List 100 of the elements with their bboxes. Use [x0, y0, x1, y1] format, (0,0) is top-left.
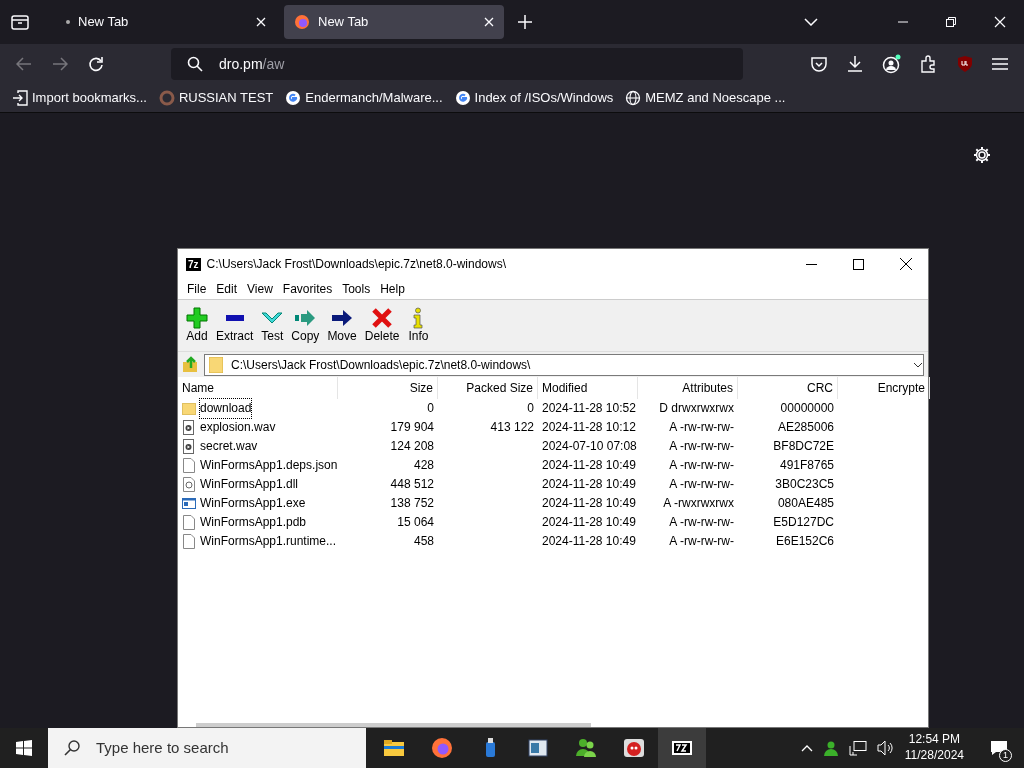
network-icon[interactable]	[848, 740, 867, 756]
column-header[interactable]: Name	[178, 377, 338, 399]
browser-tab[interactable]: New Tab	[284, 5, 504, 39]
up-folder-icon[interactable]	[182, 355, 200, 374]
menu-item[interactable]: View	[242, 280, 278, 298]
pocket-icon[interactable]	[810, 55, 828, 73]
table-cell: 0	[427, 401, 434, 415]
chevron-up-icon[interactable]	[800, 744, 813, 752]
table-cell: 2024-11-28 10:49	[542, 458, 636, 472]
table-cell: A -rw-rw-rw-	[669, 534, 734, 548]
speaker-icon[interactable]	[876, 740, 895, 756]
tab-title: New Tab	[78, 13, 130, 32]
forward-arrow-icon[interactable]	[52, 57, 68, 71]
shield-icon[interactable]	[956, 55, 974, 73]
table-cell: 491F8765	[779, 458, 834, 472]
file-name[interactable]: WinFormsApp1.deps.json	[200, 456, 338, 475]
audio-file-icon	[182, 420, 196, 435]
table-cell: 080AE485	[777, 496, 834, 510]
toolbar-button[interactable]: Info	[403, 305, 434, 346]
table-cell: 428	[413, 458, 434, 472]
table-cell: A -rw-rw-rw-	[669, 420, 734, 434]
back-arrow-icon[interactable]	[16, 57, 32, 71]
column-header[interactable]: CRC	[738, 377, 838, 399]
table-cell: 2024-11-28 10:49	[542, 477, 636, 491]
firefox-icon	[430, 736, 454, 760]
url-text: dro.pm/aw	[219, 54, 285, 74]
notification-button[interactable]: 1	[982, 728, 1016, 768]
file-name[interactable]: WinFormsApp1.exe	[200, 494, 306, 513]
settings-icon[interactable]	[973, 146, 991, 164]
file-name[interactable]: WinFormsApp1.pdb	[200, 513, 307, 532]
table-cell: 124 208	[390, 439, 434, 453]
menu-item[interactable]: Favorites	[277, 280, 338, 298]
toolbar-button[interactable]: Delete	[360, 305, 404, 346]
column-header[interactable]: Modified	[538, 377, 638, 399]
new-tab-icon[interactable]	[518, 15, 532, 29]
toolbar-button[interactable]: Move	[323, 305, 361, 346]
menu-item[interactable]: Edit	[211, 280, 243, 298]
taskbar-app[interactable]	[658, 728, 706, 768]
folder-icon	[182, 401, 196, 416]
toolbar-button[interactable]: Copy	[287, 305, 324, 346]
import-icon	[12, 90, 28, 106]
chevron-down-icon[interactable]	[804, 18, 818, 26]
address-bar[interactable]: dro.pm/aw	[171, 48, 743, 80]
ring-icon	[158, 90, 175, 106]
bookmark[interactable]: RUSSIAN TEST	[158, 88, 274, 108]
column-header[interactable]: Size	[338, 377, 438, 399]
notification-count: 1	[999, 749, 1012, 762]
file-name[interactable]: secret.wav	[200, 437, 258, 456]
close-icon[interactable]	[900, 258, 912, 270]
menu-item[interactable]: Tools	[337, 280, 376, 298]
table-cell: A -rw-rw-rw-	[669, 458, 734, 472]
table-cell: AE285006	[777, 420, 834, 434]
file-name[interactable]: WinFormsApp1.dll	[200, 475, 299, 494]
table-cell: 2024-07-10 07:08	[542, 439, 637, 453]
download-icon[interactable]	[846, 55, 864, 73]
restore-icon[interactable]	[946, 17, 956, 27]
windows-logo-icon[interactable]	[16, 740, 32, 756]
path-field[interactable]: C:\Users\Jack Frost\Downloads\epic.7z\net8.0-windows\	[204, 353, 924, 376]
extensions-icon[interactable]	[920, 55, 938, 73]
table-cell: 458	[413, 534, 434, 548]
file-name[interactable]: WinFormsApp1.runtime...	[200, 532, 337, 551]
table-cell: 3B0C23C5	[775, 477, 834, 491]
scrollbar[interactable]	[196, 723, 591, 727]
reload-icon[interactable]	[88, 56, 104, 72]
menu-item[interactable]: File	[182, 280, 212, 298]
file-name[interactable]: explosion.wav	[200, 418, 276, 437]
toolbar-button[interactable]: Test	[257, 305, 288, 346]
tab-title: New Tab	[318, 13, 370, 32]
table-cell: 00000000	[780, 401, 834, 415]
bookmark[interactable]: Index of /ISOs/Windows	[454, 88, 614, 108]
clock[interactable]: 12:54 PM 11/28/2024	[904, 732, 964, 764]
bird-icon	[622, 736, 646, 760]
maximize-icon[interactable]	[853, 258, 864, 270]
column-header[interactable]: Encrypte	[838, 377, 930, 399]
menu-icon[interactable]	[992, 57, 1008, 71]
minus-icon	[225, 315, 244, 322]
bookmark[interactable]: Import bookmarks...	[12, 88, 147, 108]
search-icon	[64, 740, 80, 756]
table-cell: 448 512	[390, 477, 434, 491]
column-header[interactable]: Attributes	[638, 377, 738, 399]
person-icon[interactable]	[822, 740, 839, 756]
globe-icon	[625, 90, 642, 106]
bookmark[interactable]: MEMZ and Noescape ...	[625, 88, 786, 108]
browser-tab[interactable]: New Tab	[56, 5, 276, 39]
table-cell: A -rw-rw-rw-	[669, 439, 734, 453]
bookmark[interactable]: Endermanch/Malware...	[285, 88, 443, 108]
table-cell: 413 122	[490, 420, 534, 434]
file-name[interactable]: download	[200, 399, 252, 418]
folder-icon	[209, 356, 223, 373]
table-cell: 0	[527, 401, 534, 415]
table-cell: 15 064	[397, 515, 434, 529]
file-icon	[182, 534, 196, 549]
toolbar-button[interactable]: Extract	[212, 305, 258, 346]
taskbar-search[interactable]: Type here to search	[48, 728, 366, 768]
column-header[interactable]: Packed Size	[438, 377, 538, 399]
table-cell: 138 752	[390, 496, 434, 510]
tab-list-icon[interactable]	[11, 14, 29, 30]
menu-item[interactable]: Help	[375, 280, 410, 298]
toolbar-button[interactable]: Add	[182, 305, 212, 346]
account-icon[interactable]	[882, 54, 902, 74]
